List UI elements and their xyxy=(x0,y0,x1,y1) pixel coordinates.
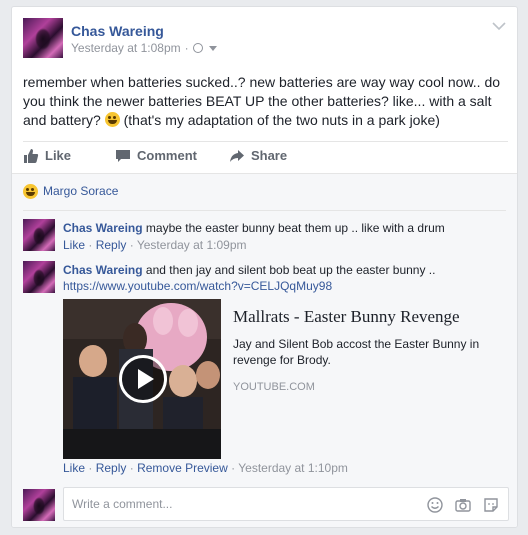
comment-text: Chas Wareing and then jay and silent bob… xyxy=(63,262,503,278)
thumbs-up-icon xyxy=(24,148,39,163)
comments-section: Margo Sorace Chas Wareing maybe the east… xyxy=(12,173,517,527)
camera-icon[interactable] xyxy=(454,496,472,514)
comment-input[interactable]: Write a comment... xyxy=(63,487,509,521)
preview-description: Jay and Silent Bob accost the Easter Bun… xyxy=(233,337,480,367)
reactions-divider xyxy=(23,210,506,211)
comment-bubble-icon xyxy=(116,149,131,162)
like-label: Like xyxy=(45,148,72,163)
post-text-tail: (that's my adaptation of the two nuts in… xyxy=(123,112,440,128)
comment-url-line: https://www.youtube.com/watch?v=CELJQqMu… xyxy=(63,278,503,294)
composer-avatar xyxy=(23,489,55,521)
comment-reply-link[interactable]: Reply xyxy=(96,238,127,252)
reactions-summary[interactable]: Margo Sorace xyxy=(23,182,118,200)
post-author-name[interactable]: Chas Wareing xyxy=(71,23,164,39)
privacy-caret-icon[interactable] xyxy=(208,45,217,51)
comment-body: maybe the easter bunny beat them up .. l… xyxy=(145,221,445,235)
author-avatar[interactable] xyxy=(23,18,63,58)
sticker-icon[interactable] xyxy=(482,496,500,514)
comment-time[interactable]: Yesterday at 1:10pm xyxy=(238,461,348,475)
reactor-name[interactable]: Margo Sorace xyxy=(43,184,118,198)
share-label: Share xyxy=(250,148,288,163)
share-arrow-icon xyxy=(229,149,244,162)
preview-title[interactable]: Mallrats - Easter Bunny Revenge xyxy=(233,307,491,327)
post-card: Chas Wareing Yesterday at 1:08pm · remem… xyxy=(11,6,518,528)
emoji-picker-icon[interactable] xyxy=(426,496,444,514)
post-header: Chas Wareing Yesterday at 1:08pm · xyxy=(12,7,517,67)
dot-separator: · xyxy=(231,461,236,475)
comment-label: Comment xyxy=(137,148,197,163)
comment-actions: Like · Reply · Yesterday at 1:09pm xyxy=(63,238,503,252)
post-timestamp[interactable]: Yesterday at 1:08pm xyxy=(71,41,181,55)
dot-separator: · xyxy=(129,461,134,475)
post-meta: Yesterday at 1:08pm · xyxy=(71,41,217,55)
comment-avatar[interactable] xyxy=(23,261,55,293)
link-preview[interactable]: Mallrats - Easter Bunny Revenge Jay and … xyxy=(63,299,503,459)
globe-icon xyxy=(192,43,203,53)
comment-input-placeholder: Write a comment... xyxy=(72,497,173,511)
comment-body: and then jay and silent bob beat up the … xyxy=(145,263,436,277)
dot-separator: · xyxy=(88,461,93,475)
like-button[interactable]: Like xyxy=(23,148,71,164)
dot-separator: · xyxy=(129,238,134,252)
preview-domain: YOUTUBE.COM xyxy=(233,381,315,393)
comment-reply-link[interactable]: Reply xyxy=(96,461,127,475)
comment-author[interactable]: Chas Wareing xyxy=(63,263,143,277)
post-text: remember when batteries sucked..? new ba… xyxy=(23,73,511,130)
haha-reaction-icon xyxy=(23,183,38,199)
comment-button[interactable]: Comment xyxy=(115,148,197,164)
composer-icons xyxy=(426,496,500,514)
share-button[interactable]: Share xyxy=(229,148,287,164)
tongue-emoji-icon xyxy=(104,112,120,127)
comment-author[interactable]: Chas Wareing xyxy=(63,221,143,235)
comment-actions: Like · Reply · Remove Preview · Yesterda… xyxy=(63,461,503,475)
play-button-icon[interactable] xyxy=(119,355,167,403)
comment-like-link[interactable]: Like xyxy=(63,461,85,475)
comment-like-link[interactable]: Like xyxy=(63,238,85,252)
meta-separator: · xyxy=(184,41,189,55)
comment-text: Chas Wareing maybe the easter bunny beat… xyxy=(63,220,503,236)
post-action-bar: Like Comment Share xyxy=(23,141,508,169)
video-thumbnail[interactable] xyxy=(63,299,221,459)
preview-info: Mallrats - Easter Bunny Revenge Jay and … xyxy=(221,299,503,459)
comment-url-link[interactable]: https://www.youtube.com/watch?v=CELJQqMu… xyxy=(63,279,332,293)
comment-time[interactable]: Yesterday at 1:09pm xyxy=(137,238,247,252)
remove-preview-link[interactable]: Remove Preview xyxy=(137,461,228,475)
dot-separator: · xyxy=(88,238,93,252)
comment-avatar[interactable] xyxy=(23,219,55,251)
chevron-down-icon[interactable] xyxy=(491,21,507,31)
comment-item: Chas Wareing maybe the easter bunny beat… xyxy=(23,219,503,259)
